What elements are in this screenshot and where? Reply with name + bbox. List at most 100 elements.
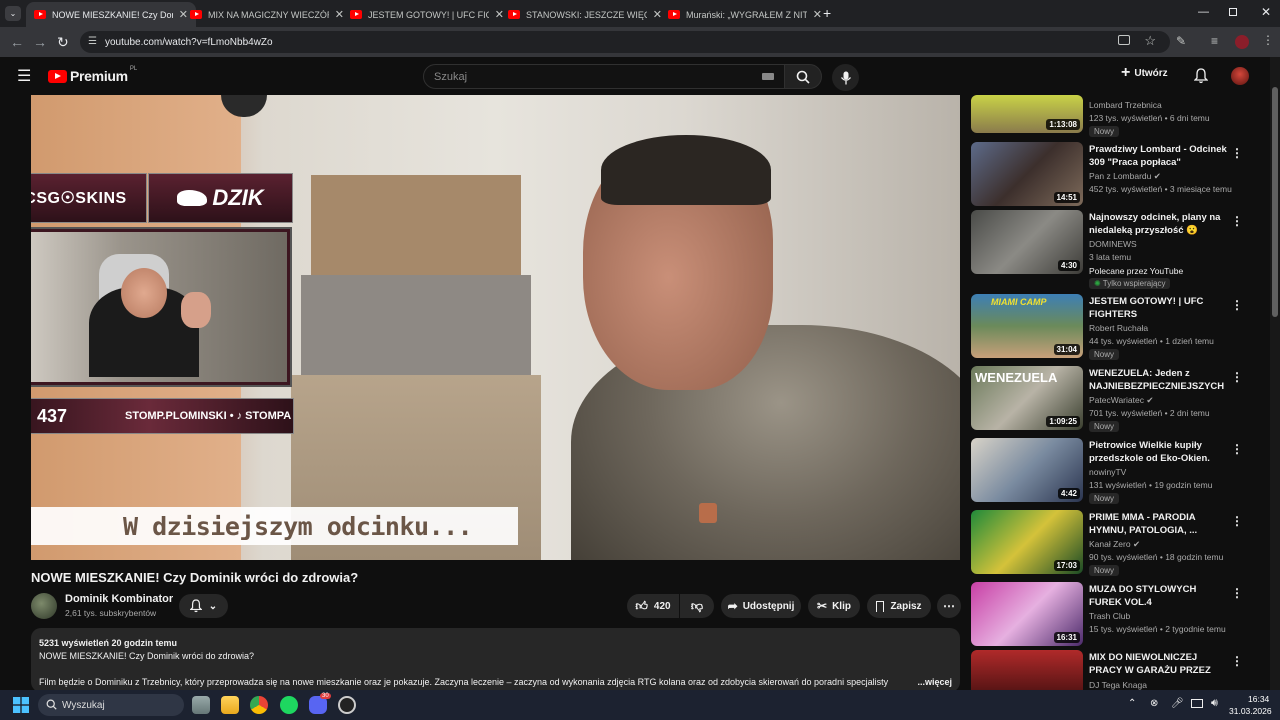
close-tab-icon[interactable]: ✕: [813, 8, 822, 21]
more-options-icon[interactable]: ⋮: [1231, 214, 1243, 228]
recommendation-item[interactable]: 1:13:08 Lombard Trzebnica 123 tys. wyświ…: [971, 95, 1261, 138]
back-icon[interactable]: ←: [10, 34, 24, 50]
extensions-icon[interactable]: ✎: [1176, 34, 1186, 48]
recommendation-title[interactable]: MIX DO NIEWOLNICZEJ PRACY W GARAŻU PRZEZ…: [1089, 651, 1229, 677]
recommendation-title[interactable]: Prawdziwy Lombard - Odcinek 309 "Praca p…: [1089, 143, 1229, 169]
browser-tab[interactable]: STANOWSKI: JESZCZE WIĘCEJ K ✕: [500, 2, 670, 27]
site-info-icon[interactable]: ☰: [88, 36, 97, 47]
recommendation-thumbnail[interactable]: 4:30: [971, 210, 1083, 274]
browser-tab[interactable]: Murański: „WYGRAŁEM Z NITRO ✕: [660, 2, 830, 27]
recommendation-channel[interactable]: nowinyTV: [1089, 467, 1126, 477]
show-more-link[interactable]: ...więcej: [917, 676, 952, 689]
cast-icon[interactable]: [1118, 35, 1130, 45]
recommendation-thumbnail[interactable]: 16:31: [971, 582, 1083, 646]
obs-icon[interactable]: [338, 696, 356, 714]
recommendation-title[interactable]: Pietrowice Wielkie kupiły przedszkole od…: [1089, 439, 1229, 465]
recommendation-title[interactable]: PRIME MMA - PARODIA HYMNU, PATOLOGIA, ..…: [1089, 511, 1229, 537]
clip-button[interactable]: ✂ Klip: [808, 594, 860, 618]
clock-date[interactable]: 31.03.2026: [1229, 706, 1272, 716]
recommendation-channel[interactable]: Trash Club: [1089, 611, 1130, 621]
more-options-icon[interactable]: ⋮: [1231, 370, 1243, 384]
search-input[interactable]: Szukaj: [423, 64, 785, 89]
recommendation-channel[interactable]: Robert Ruchała: [1089, 323, 1148, 333]
recommendation-thumbnail[interactable]: 1:13:08: [971, 95, 1083, 133]
more-options-icon[interactable]: ⋮: [1231, 442, 1243, 456]
voice-search-button[interactable]: [832, 64, 859, 91]
recommendation-thumbnail[interactable]: MIAMI CAMP 31:04: [971, 294, 1083, 358]
reading-list-icon[interactable]: ≡: [1211, 34, 1218, 48]
description-box[interactable]: 5231 wyświetleń 20 godzin temu NOWE MIES…: [31, 628, 960, 692]
profile-avatar-icon[interactable]: [1235, 35, 1249, 49]
recommendation-item[interactable]: 14:51 Prawdziwy Lombard - Odcinek 309 "P…: [971, 142, 1261, 206]
tray-network-icon[interactable]: ⊗: [1150, 698, 1158, 709]
address-bar[interactable]: ☰ youtube.com/watch?v=fLmoNbb4wZo ☆: [80, 31, 1170, 53]
recommendation-item[interactable]: 4:42 Pietrowice Wielkie kupiły przedszko…: [971, 438, 1261, 504]
windows-start-icon[interactable]: [13, 697, 29, 713]
hamburger-menu-icon[interactable]: ☰: [17, 66, 31, 86]
recommendation-thumbnail[interactable]: 14:51: [971, 142, 1083, 206]
recommendation-channel[interactable]: Lombard Trzebnica: [1089, 100, 1162, 110]
recommendation-item[interactable]: MIAMI CAMP 31:04 JESTEM GOTOWY! | UFC FI…: [971, 294, 1261, 360]
minimize-icon[interactable]: —: [1198, 6, 1209, 18]
scrollbar-thumb[interactable]: [1272, 87, 1278, 317]
tab-list-dropdown-icon[interactable]: ⌄: [5, 6, 21, 21]
channel-avatar[interactable]: [31, 593, 57, 619]
more-options-icon[interactable]: ⋮: [1231, 514, 1243, 528]
restore-icon[interactable]: [1229, 8, 1237, 16]
recommendation-title[interactable]: Najnowszy odcinek, plany na niedaleką pr…: [1089, 211, 1229, 237]
browser-tab[interactable]: MIX NA MAGICZNY WIECZÓR 2 ✕: [182, 2, 352, 27]
recommendation-title[interactable]: MUZA DO STYLOWYCH FUREK VOL.4: [1089, 583, 1229, 609]
page-scrollbar[interactable]: [1270, 57, 1280, 690]
more-options-icon[interactable]: ⋮: [1231, 586, 1243, 600]
dislike-button[interactable]: 👎︎: [680, 594, 714, 618]
recommendation-title[interactable]: WENEZUELA: Jeden z NAJNIEBEZPIECZNIEJSZY…: [1089, 367, 1229, 393]
recommendation-thumbnail[interactable]: 4:42: [971, 438, 1083, 502]
chrome-icon[interactable]: [250, 696, 268, 714]
reload-icon[interactable]: ↻: [57, 34, 69, 51]
tray-volume-icon[interactable]: 🔊︎: [1211, 697, 1218, 710]
save-button[interactable]: Zapisz: [867, 594, 931, 618]
bookmark-star-icon[interactable]: ☆: [1144, 33, 1156, 49]
recommendation-title[interactable]: JESTEM GOTOWY! | UFC FIGHTERS: [1089, 295, 1229, 321]
recommendation-item[interactable]: 17:03 PRIME MMA - PARODIA HYMNU, PATOLOG…: [971, 510, 1261, 576]
recommendation-thumbnail[interactable]: [971, 650, 1083, 690]
recommendation-thumbnail[interactable]: WENEZUELA 1:09:25: [971, 366, 1083, 430]
share-button[interactable]: ➦ Udostępnij: [721, 594, 801, 618]
subscription-bell-button[interactable]: ⌄: [179, 594, 228, 618]
task-view-icon[interactable]: [192, 696, 210, 714]
create-button[interactable]: + Utwórz: [1121, 65, 1168, 81]
more-options-icon[interactable]: ⋮: [1231, 298, 1243, 312]
like-button[interactable]: 👍︎ 420: [627, 594, 679, 618]
tray-chevron-up-icon[interactable]: ⌃: [1128, 698, 1136, 709]
more-actions-button[interactable]: ⋯: [937, 594, 961, 618]
youtube-logo[interactable]: Premium PL: [48, 66, 137, 84]
channel-name[interactable]: Dominik Kombinator: [65, 593, 173, 605]
recommendation-thumbnail[interactable]: 17:03: [971, 510, 1083, 574]
browser-tab[interactable]: JESTEM GOTOWY! | UFC FIGHTE ✕: [342, 2, 512, 27]
account-avatar[interactable]: [1231, 67, 1249, 85]
notifications-bell-icon[interactable]: [1194, 68, 1208, 84]
file-explorer-icon[interactable]: [221, 696, 239, 714]
search-button[interactable]: [784, 64, 822, 89]
recommendation-item[interactable]: 4:30 Najnowszy odcinek, plany na niedale…: [971, 210, 1261, 289]
forward-icon[interactable]: →: [33, 34, 47, 50]
recommendation-channel[interactable]: Pan z Lombardu ✔: [1089, 171, 1161, 182]
taskbar-search[interactable]: Wyszukaj: [38, 694, 184, 716]
browser-tab[interactable]: NOWE MIESZKANIE! Czy Domin ✕: [26, 2, 196, 27]
keyboard-icon[interactable]: [762, 73, 774, 80]
recommendation-channel[interactable]: DOMINEWS: [1089, 239, 1137, 249]
close-window-icon[interactable]: ✕: [1261, 5, 1271, 19]
tray-mic-icon[interactable]: 🎤︎: [1171, 698, 1184, 709]
video-player[interactable]: CSG☉SKINS DZIK 437 STOMP.PLOMINSKI • ♪ S…: [31, 95, 960, 560]
recommendation-item[interactable]: MIX DO NIEWOLNICZEJ PRACY W GARAŻU PRZEZ…: [971, 650, 1261, 690]
spotify-icon[interactable]: [280, 696, 298, 714]
recommendation-channel[interactable]: Kanał Zero ✔: [1089, 539, 1140, 550]
browser-menu-icon[interactable]: ⋮: [1262, 33, 1274, 47]
recommendation-channel[interactable]: DJ Tega Knaga: [1089, 680, 1147, 690]
recommendation-channel[interactable]: PatecWariatec ✔: [1089, 395, 1153, 406]
recommendation-item[interactable]: WENEZUELA 1:09:25 WENEZUELA: Jeden z NAJ…: [971, 366, 1261, 432]
tray-display-icon[interactable]: [1191, 699, 1203, 708]
clock-time[interactable]: 16:34: [1248, 694, 1269, 704]
more-options-icon[interactable]: ⋮: [1231, 146, 1243, 160]
more-options-icon[interactable]: ⋮: [1231, 654, 1243, 668]
